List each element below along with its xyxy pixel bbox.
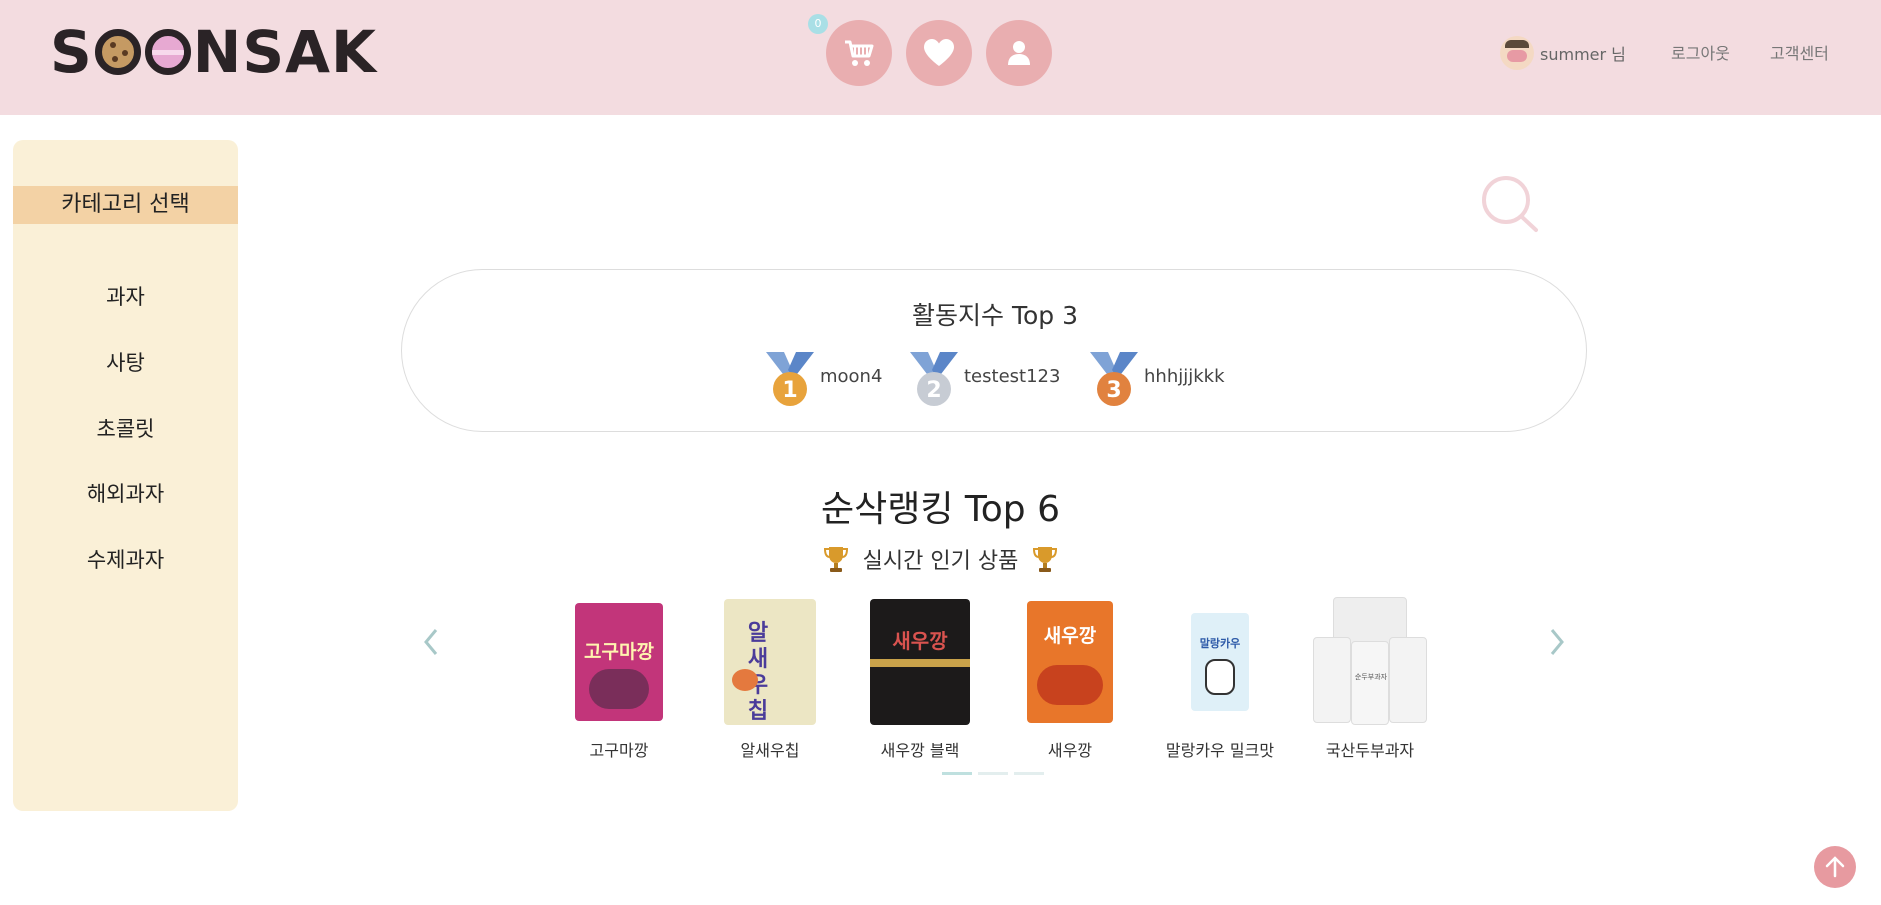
svg-text:3: 3	[1106, 378, 1121, 403]
trophy-icon	[823, 547, 848, 572]
sidebar-title: 카테고리 선택	[13, 186, 238, 224]
wishlist-button[interactable]	[906, 20, 972, 86]
product-image: 말랑카우	[1191, 613, 1249, 711]
rank-name: moon4	[820, 365, 883, 387]
rank-name: hhhjjjkkk	[1144, 365, 1225, 387]
logo[interactable]: S NSAK	[50, 23, 377, 81]
category-sidebar: 카테고리 선택 과자 사탕 초콜릿 해외과자 수제과자	[13, 140, 238, 811]
header: S NSAK 0 summer 님 로그아웃 고객센터	[0, 0, 1881, 115]
page-indicator[interactable]	[978, 772, 1008, 775]
svg-text:1: 1	[782, 378, 797, 403]
rank-entry-3: 3 hhhjjjkkk	[1088, 352, 1225, 408]
arrow-up-icon	[1825, 856, 1845, 878]
avatar	[1500, 36, 1534, 70]
cookie-o-icon	[94, 29, 141, 75]
ranking-subtitle: 실시간 인기 상품	[0, 543, 1881, 575]
heart-icon	[924, 39, 954, 66]
activity-title: 활동지수 Top 3	[912, 301, 1078, 330]
svg-text:2: 2	[926, 378, 941, 403]
trophy-icon	[1033, 547, 1058, 572]
macaron-o-icon	[144, 29, 191, 75]
sidebar-item-snack[interactable]: 과자	[13, 281, 238, 311]
cart-button[interactable]	[826, 20, 892, 86]
ranking-subtitle-text: 실시간 인기 상품	[862, 549, 1019, 574]
carousel-pagination	[942, 772, 1044, 775]
product-name: 국산두부과자	[1325, 741, 1415, 760]
product-image: 순두부과자	[1311, 597, 1429, 727]
gold-medal-icon: 1	[766, 352, 814, 406]
product-image: 알새우칩	[724, 599, 816, 725]
carousel-next-button[interactable]	[1542, 624, 1572, 660]
search-icon[interactable]	[1474, 170, 1542, 238]
user-icon	[1008, 41, 1030, 65]
sidebar-item-chocolate[interactable]: 초콜릿	[13, 413, 238, 443]
rank-entry-1: 1 moon4	[764, 352, 882, 408]
user-name: summer 님	[1540, 45, 1626, 64]
scroll-to-top-button[interactable]	[1814, 846, 1856, 888]
carousel-prev-button[interactable]	[416, 624, 446, 660]
rank-entry-2: 2 testest123	[908, 352, 1060, 408]
product-name: 말랑카우 밀크맛	[1165, 741, 1275, 760]
cart-count-badge: 0	[808, 14, 828, 34]
product-name: 고구마깡	[589, 741, 649, 760]
page-indicator[interactable]	[1014, 772, 1044, 775]
bronze-medal-icon: 3	[1090, 352, 1138, 406]
product-image: 새우깡	[870, 599, 970, 725]
logout-link[interactable]: 로그아웃	[1671, 40, 1730, 64]
mypage-button[interactable]	[986, 20, 1052, 86]
product-image: 새우깡	[1027, 601, 1113, 723]
product-name: 새우깡 블랙	[880, 741, 960, 760]
activity-top3-panel: 활동지수 Top 3 1 moon4 2 testest123 3 hhhjjj…	[401, 269, 1587, 432]
product-name: 알새우칩	[740, 741, 800, 760]
cart-icon	[845, 40, 874, 66]
user-info: summer 님	[1500, 36, 1626, 70]
ranking-title: 순삭랭킹 Top 6	[820, 489, 1061, 530]
rank-name: testest123	[964, 365, 1061, 387]
product-name: 새우깡	[1047, 741, 1093, 760]
product-image: 고구마깡	[575, 603, 663, 721]
customer-center-link[interactable]: 고객센터	[1770, 40, 1829, 64]
sidebar-item-candy[interactable]: 사탕	[13, 347, 238, 377]
silver-medal-icon: 2	[910, 352, 958, 406]
page-indicator[interactable]	[942, 772, 972, 775]
